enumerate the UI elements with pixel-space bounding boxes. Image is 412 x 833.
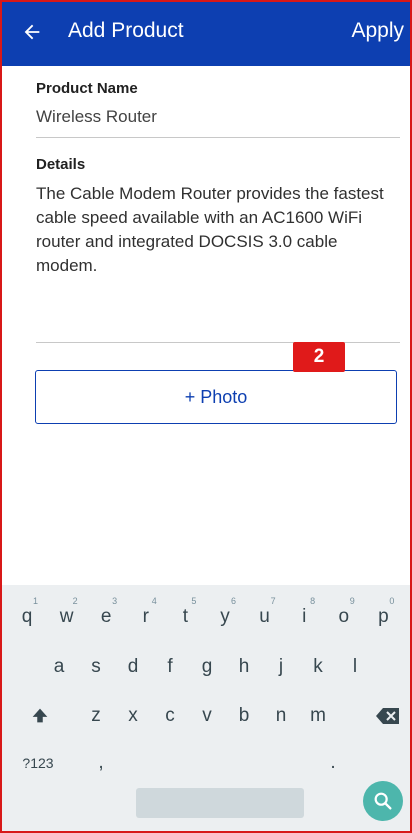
key-label: b bbox=[238, 705, 250, 726]
key-number-hint: 4 bbox=[151, 596, 157, 606]
key-label: v bbox=[202, 705, 212, 726]
key-label: m bbox=[310, 705, 326, 726]
divider bbox=[36, 342, 400, 343]
key-number-hint: 7 bbox=[270, 596, 276, 606]
key-j[interactable]: j bbox=[264, 647, 298, 687]
shift-icon bbox=[32, 708, 48, 723]
key-label: a bbox=[53, 656, 65, 677]
key-number-hint: 6 bbox=[230, 596, 236, 606]
app-bar: Add Product Apply bbox=[0, 0, 412, 66]
key-number-hint: 2 bbox=[72, 596, 78, 606]
key-label: h bbox=[238, 656, 250, 677]
key-u[interactable]: u7 bbox=[246, 596, 284, 637]
period-key[interactable]: . bbox=[318, 743, 348, 783]
key-b[interactable]: b bbox=[227, 696, 261, 736]
arrow-left-icon bbox=[24, 24, 40, 40]
key-a[interactable]: a bbox=[42, 647, 76, 687]
back-button[interactable] bbox=[14, 14, 50, 50]
key-label: n bbox=[275, 705, 287, 726]
key-label: z bbox=[91, 705, 101, 726]
key-m[interactable]: m bbox=[301, 696, 335, 736]
key-k[interactable]: k bbox=[301, 647, 335, 687]
key-n[interactable]: n bbox=[264, 696, 298, 736]
space-key[interactable] bbox=[136, 788, 304, 818]
key-label: y bbox=[220, 606, 230, 627]
key-f[interactable]: f bbox=[153, 647, 187, 687]
key-number-hint: 3 bbox=[112, 596, 118, 606]
symbols-key[interactable]: ?123 bbox=[16, 743, 60, 783]
key-number-hint: 8 bbox=[310, 596, 316, 606]
key-label: k bbox=[313, 656, 323, 677]
key-label: q bbox=[21, 606, 33, 627]
key-o[interactable]: o9 bbox=[325, 596, 363, 637]
key-label: p bbox=[378, 606, 389, 627]
key-p[interactable]: p0 bbox=[364, 596, 402, 637]
product-name-label: Product Name bbox=[36, 80, 138, 97]
key-label: t bbox=[182, 606, 189, 627]
key-d[interactable]: d bbox=[116, 647, 150, 687]
backspace-key[interactable] bbox=[368, 696, 408, 736]
key-label: x bbox=[128, 705, 138, 726]
details-label: Details bbox=[36, 156, 86, 173]
key-t[interactable]: t5 bbox=[166, 596, 204, 637]
key-q[interactable]: q1 bbox=[8, 596, 46, 637]
key-number-hint: 0 bbox=[389, 596, 395, 606]
key-l[interactable]: l bbox=[338, 647, 372, 687]
key-label: u bbox=[259, 606, 270, 627]
key-s[interactable]: s bbox=[79, 647, 113, 687]
soft-keyboard: q1w2e3r4t5y6u7i8o9p0 asdfghjkl zxcvbnm ?… bbox=[0, 585, 412, 833]
annotation-marker: 2 bbox=[293, 342, 345, 372]
key-c[interactable]: c bbox=[153, 696, 187, 736]
key-label: s bbox=[91, 656, 101, 677]
add-photo-button[interactable]: + Photo bbox=[35, 370, 397, 424]
comma-key[interactable]: , bbox=[86, 743, 116, 783]
key-y[interactable]: y6 bbox=[206, 596, 244, 637]
divider bbox=[36, 137, 400, 138]
shift-key[interactable] bbox=[20, 696, 60, 736]
key-label: c bbox=[165, 705, 175, 726]
key-number-hint: 5 bbox=[191, 596, 197, 606]
key-label: d bbox=[127, 656, 139, 677]
key-x[interactable]: x bbox=[116, 696, 150, 736]
search-key[interactable] bbox=[363, 781, 403, 821]
key-label: o bbox=[338, 606, 350, 627]
key-label: j bbox=[278, 656, 284, 677]
backspace-icon bbox=[376, 708, 399, 724]
key-label: l bbox=[352, 656, 358, 677]
key-label: r bbox=[142, 606, 149, 627]
key-label: e bbox=[100, 606, 112, 627]
page-title: Add Product bbox=[68, 19, 184, 42]
product-name-field[interactable]: Wireless Router bbox=[36, 107, 157, 127]
key-label: i bbox=[302, 606, 307, 627]
key-i[interactable]: i8 bbox=[285, 596, 323, 637]
key-label: g bbox=[201, 656, 213, 677]
key-r[interactable]: r4 bbox=[127, 596, 165, 637]
key-h[interactable]: h bbox=[227, 647, 261, 687]
key-w[interactable]: w2 bbox=[48, 596, 86, 637]
search-icon bbox=[374, 792, 392, 810]
apply-button[interactable]: Apply bbox=[351, 19, 404, 43]
key-g[interactable]: g bbox=[190, 647, 224, 687]
key-z[interactable]: z bbox=[79, 696, 113, 736]
details-field[interactable]: The Cable Modem Router provides the fast… bbox=[36, 182, 396, 278]
key-e[interactable]: e3 bbox=[87, 596, 125, 637]
key-number-hint: 9 bbox=[349, 596, 355, 606]
key-v[interactable]: v bbox=[190, 696, 224, 736]
key-number-hint: 1 bbox=[32, 596, 38, 606]
key-label: w bbox=[59, 606, 74, 627]
key-label: f bbox=[167, 656, 173, 677]
